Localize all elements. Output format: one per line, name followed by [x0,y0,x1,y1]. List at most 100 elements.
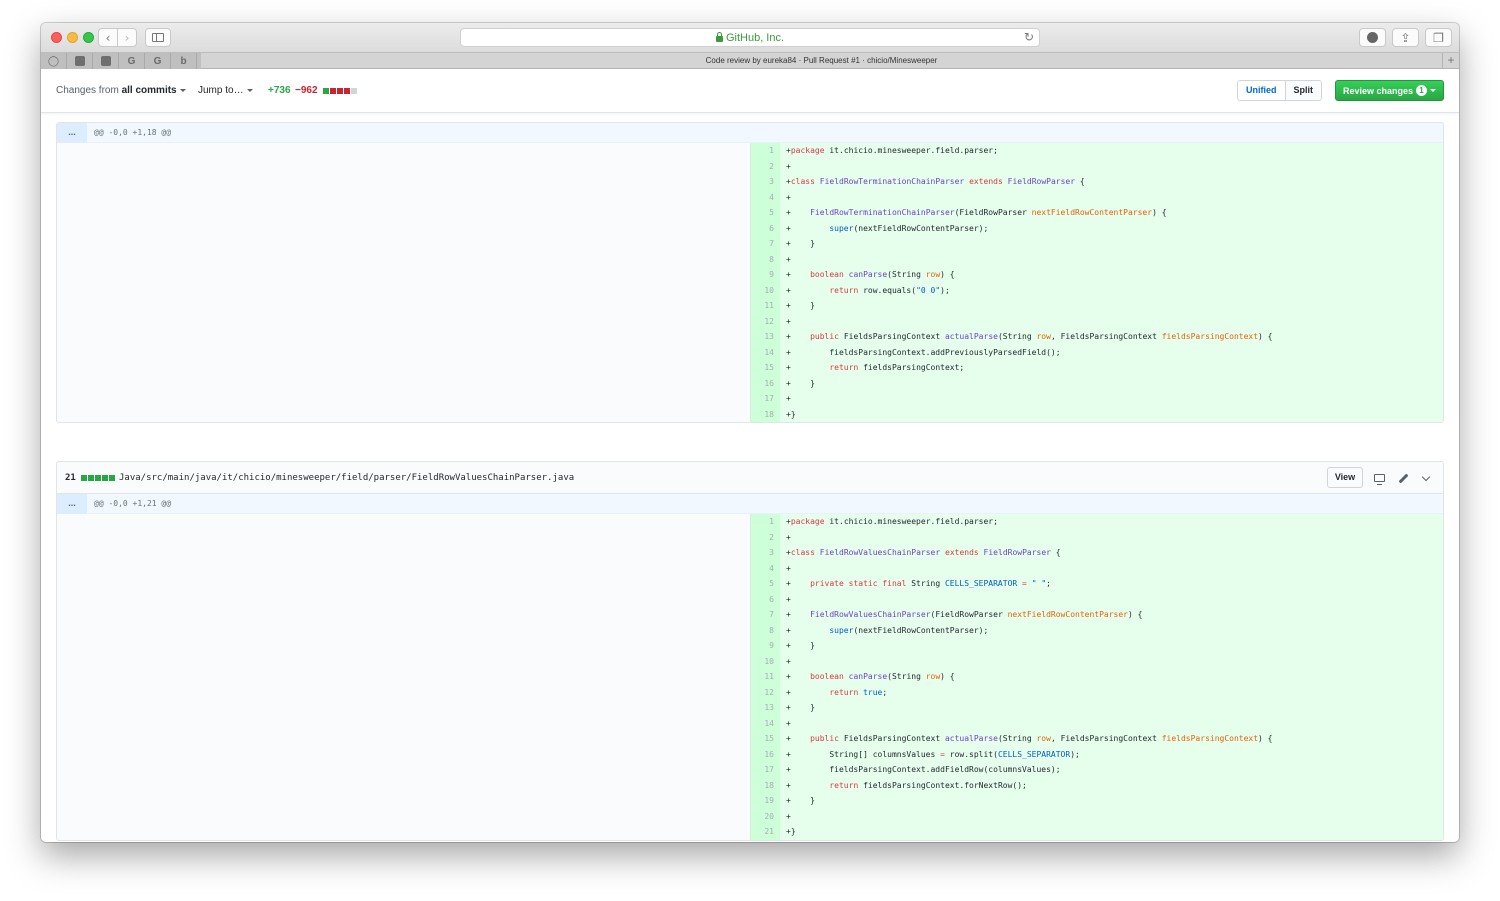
new-tab-button[interactable]: + [1442,53,1459,69]
line-number[interactable]: 6 [751,591,780,607]
line-number[interactable]: 9 [751,638,780,654]
line-number[interactable]: 8 [751,622,780,638]
code-token: return [829,780,859,790]
line-number[interactable]: 11 [751,298,780,314]
line-number[interactable]: 5 [751,576,780,592]
line-number[interactable]: 9 [751,267,780,283]
line-number[interactable]: 7 [751,236,780,252]
back-button[interactable]: ‹ [98,28,118,47]
line-number[interactable]: 10 [751,653,780,669]
empty-left-side [57,344,751,360]
line-number[interactable]: 3 [751,545,780,561]
tabs-overview-button[interactable]: ❐ [1425,28,1452,47]
code-token: + [786,656,791,666]
line-number[interactable]: 13 [751,700,780,716]
code-content: + public FieldsParsingContext actualPars… [780,731,1443,747]
code-token: + [786,672,811,681]
share-button[interactable]: ⇪ [1392,28,1419,47]
line-number[interactable]: 13 [751,329,780,345]
code-token: FieldRowValuesChainParser [819,548,941,557]
code-token: nextFieldRowContentParser [1031,208,1153,217]
collapse-file-button[interactable] [1418,470,1434,486]
edit-file-button[interactable] [1395,470,1411,486]
line-number[interactable]: 16 [751,375,780,391]
code-content: + [780,715,1443,731]
sidebar-icon [152,33,164,42]
code-token: row.equals( [858,285,917,295]
code-token: package [790,146,825,155]
zoom-window-button[interactable] [83,32,94,43]
download-icon [1367,32,1378,43]
expand-hunk-button[interactable]: ... [57,494,87,514]
empty-left-side [57,762,751,778]
review-changes-button[interactable]: Review changes 1 [1335,80,1444,101]
line-number[interactable]: 21 [751,824,780,840]
bing-icon[interactable]: b [171,53,197,69]
diff-view-toggle: Unified Split [1237,80,1322,101]
line-number[interactable]: 17 [751,762,780,778]
line-number[interactable]: 7 [751,607,780,623]
line-number[interactable]: 2 [751,158,780,174]
chevron-left-icon: ‹ [105,30,111,45]
line-number[interactable]: 14 [751,715,780,731]
expand-hunk-button[interactable]: ... [57,123,87,143]
google-icon[interactable]: G [145,53,171,69]
line-number[interactable]: 20 [751,808,780,824]
minimize-window-button[interactable] [67,32,78,43]
diff-line: 2 + [57,158,1443,174]
github-icon[interactable]: ◯ [41,53,67,69]
downloads-button[interactable] [1359,28,1386,47]
address-bar[interactable]: GitHub, Inc. ↻ [460,28,1040,47]
active-tab[interactable]: Code review by eureka84 · Pull Request #… [201,53,1442,69]
sidebar-toggle-button[interactable] [145,28,171,47]
share-icon: ⇪ [1400,30,1411,45]
line-number[interactable]: 14 [751,344,780,360]
reload-icon[interactable]: ↻ [1024,30,1034,44]
line-number[interactable]: 16 [751,746,780,762]
line-number[interactable]: 6 [751,220,780,236]
code-token: return [829,687,859,697]
line-number[interactable]: 10 [751,282,780,298]
code-token: extends [969,177,1003,186]
line-number[interactable]: 5 [751,205,780,221]
code-token: (nextFieldRowContentParser); [853,223,989,233]
line-number[interactable]: 12 [751,684,780,700]
empty-left-side [57,746,751,762]
diff-line: 19 + } [57,793,1443,809]
line-number[interactable]: 4 [751,560,780,576]
line-number[interactable]: 18 [751,777,780,793]
code-content: + [780,591,1443,607]
line-number[interactable]: 2 [751,529,780,545]
code-token: + [786,270,811,279]
forward-button[interactable]: › [117,28,137,47]
line-number[interactable]: 18 [751,406,780,422]
line-number[interactable]: 17 [751,391,780,407]
code-token: it.chicio.minesweeper.field.parser; [824,517,998,526]
unified-view-button[interactable]: Unified [1238,81,1286,100]
line-number[interactable]: 1 [751,143,780,159]
square-icon[interactable] [67,53,93,69]
empty-left-side [57,638,751,654]
line-number[interactable]: 15 [751,731,780,747]
line-number[interactable]: 19 [751,793,780,809]
changes-from-dropdown[interactable]: Changes from all commits [56,85,186,96]
view-file-button[interactable]: View [1327,467,1363,488]
split-view-button[interactable]: Split [1285,81,1321,100]
code-token: fieldsParsingContext; [858,363,965,372]
line-number[interactable]: 8 [751,251,780,267]
line-number[interactable]: 3 [751,174,780,190]
file-path[interactable]: Java/src/main/java/it/chicio/minesweeper… [119,473,574,483]
rich-diff-button[interactable] [1371,470,1387,486]
diff-line: 6 + super(nextFieldRowContentParser); [57,220,1443,236]
code-token: + } [786,703,815,712]
line-number[interactable]: 15 [751,360,780,376]
diff-line: 14 + fieldsParsingContext.addPreviouslyPa… [57,344,1443,360]
line-number[interactable]: 12 [751,313,780,329]
close-window-button[interactable] [51,32,62,43]
line-number[interactable]: 1 [751,514,780,530]
square-icon[interactable] [93,53,119,69]
jump-to-dropdown[interactable]: Jump to… [198,85,253,96]
line-number[interactable]: 11 [751,669,780,685]
google-icon[interactable]: G [119,53,145,69]
line-number[interactable]: 4 [751,189,780,205]
